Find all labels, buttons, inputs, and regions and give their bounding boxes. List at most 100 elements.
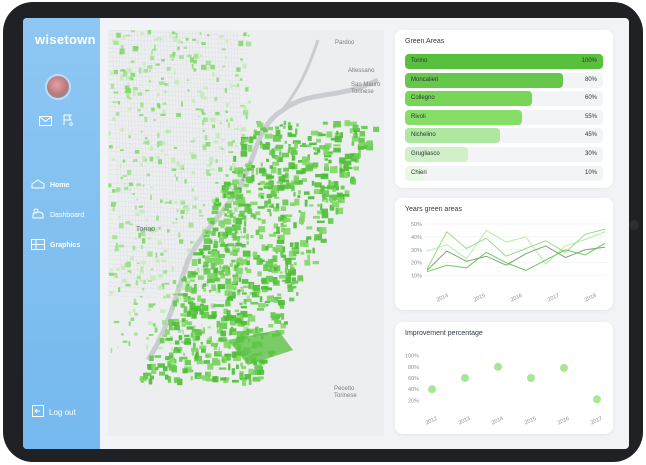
map-green-patch: [206, 339, 212, 345]
map-green-patch: [184, 286, 193, 293]
green-area-row[interactable]: Chieri 10%: [405, 165, 603, 181]
map-green-patch: [275, 245, 283, 253]
map-green-patch: [240, 362, 243, 367]
map-green-patch: [169, 34, 172, 38]
map-green-patch: [130, 317, 135, 321]
y-tick-label: 40%: [408, 387, 419, 393]
map-green-patch: [186, 79, 190, 81]
map-green-patch: [234, 167, 243, 171]
map-road: [108, 61, 249, 68]
map-green-patch: [150, 268, 153, 271]
avatar[interactable]: [45, 74, 71, 100]
map-green-patch: [217, 232, 221, 238]
map-green-patch: [133, 46, 139, 49]
green-area-label: Nichelino: [411, 132, 436, 139]
home-hardware-button[interactable]: [629, 220, 639, 230]
y-tick-label: 80%: [408, 365, 419, 371]
map-green-patch: [143, 61, 146, 67]
green-area-row[interactable]: Collegno 60%: [405, 91, 603, 107]
map-green-patch: [235, 242, 243, 247]
map-green-patch: [120, 149, 124, 152]
map-green-patch: [233, 155, 237, 162]
map-green-patch: [247, 100, 251, 104]
nav-item-home[interactable]: Home: [31, 170, 84, 200]
scatter-point: [560, 363, 568, 372]
nav-item-dashboard[interactable]: Dashboard: [31, 200, 84, 230]
map-green-patch: [163, 91, 167, 94]
map-green-patch: [358, 137, 365, 144]
map-green-patch: [256, 120, 262, 124]
map-green-patch: [206, 354, 209, 358]
x-tick-label: 2016: [557, 416, 571, 427]
map-green-patch: [126, 94, 130, 99]
map-green-patch: [156, 37, 163, 41]
map-green-patch: [235, 217, 243, 225]
map-green-patch: [280, 228, 286, 233]
map-green-patch: [193, 53, 199, 59]
map-green-patch: [176, 112, 181, 118]
map-green-patch: [309, 142, 317, 146]
map-green-patch: [326, 131, 333, 138]
map-green-patch: [204, 268, 208, 272]
map-green-patch: [239, 302, 243, 306]
map-green-patch: [215, 133, 221, 139]
logout-button[interactable]: Log out: [32, 405, 76, 419]
map-green-patch: [327, 218, 334, 224]
map-green-patch: [130, 60, 135, 64]
map-green-patch: [139, 268, 144, 274]
map-green-patch: [215, 159, 218, 164]
map-green-patch: [258, 187, 263, 191]
green-areas-map[interactable]: Pardoo Torino Pecetto Torinese San Mauro…: [108, 30, 384, 436]
y-tick-label: 50%: [411, 222, 422, 228]
green-area-row[interactable]: Nichelino 45%: [405, 128, 603, 144]
map-green-patch: [322, 121, 328, 125]
map-green-patch: [351, 141, 355, 146]
map-green-patch: [219, 265, 222, 270]
map-green-patch: [234, 309, 239, 312]
map-green-patch: [182, 293, 188, 297]
map-green-patch: [173, 348, 178, 354]
map-green-patch: [312, 215, 320, 219]
map-green-patch: [176, 348, 181, 353]
map-green-patch: [207, 34, 210, 37]
mail-icon[interactable]: [39, 113, 52, 131]
map-green-patch: [269, 233, 276, 237]
map-green-patch: [122, 159, 126, 163]
map-green-patch: [141, 238, 145, 244]
green-area-row[interactable]: Torino 100%: [405, 54, 603, 69]
nav-label: Home: [50, 181, 70, 189]
map-green-patch: [125, 283, 131, 287]
green-area-row[interactable]: Moncalieri 80%: [405, 72, 603, 88]
map-green-patch: [233, 286, 236, 291]
map-green-patch: [243, 109, 249, 116]
map-green-patch: [237, 173, 243, 178]
map-green-patch: [278, 134, 283, 139]
map-green-patch: [125, 88, 131, 94]
map-green-patch: [245, 87, 249, 92]
map-green-patch: [237, 289, 241, 293]
map-green-patch: [227, 191, 236, 195]
map-road: [108, 254, 249, 262]
green-area-row[interactable]: Grugliasco 30%: [405, 146, 603, 162]
map-green-patch: [364, 142, 368, 145]
map-green-patch: [172, 51, 176, 56]
map-green-patch: [158, 274, 163, 278]
app-logo[interactable]: wisetown: [35, 32, 96, 47]
map-green-patch: [265, 142, 270, 145]
map-green-patch: [150, 275, 156, 281]
map-green-patch: [339, 157, 346, 164]
map-green-patch: [114, 273, 118, 275]
map-green-patch: [283, 321, 288, 325]
nav-label: Graphics: [50, 241, 81, 249]
green-area-row[interactable]: Rivoli 55%: [405, 109, 603, 125]
map-label: Altessano: [348, 68, 375, 74]
map-green-patch: [164, 83, 168, 86]
map-green-patch: [112, 207, 115, 212]
map-green-patch: [180, 313, 187, 317]
map-green-patch: [160, 309, 166, 314]
nav-item-graphics[interactable]: Graphics: [31, 230, 84, 260]
map-green-patch: [161, 259, 167, 262]
map-green-patch: [238, 277, 242, 283]
map-pin-icon[interactable]: [62, 113, 74, 131]
green-areas-bars: Torino 100% Moncalieri 80% Collegno 60% Rivoli…: [405, 54, 603, 184]
